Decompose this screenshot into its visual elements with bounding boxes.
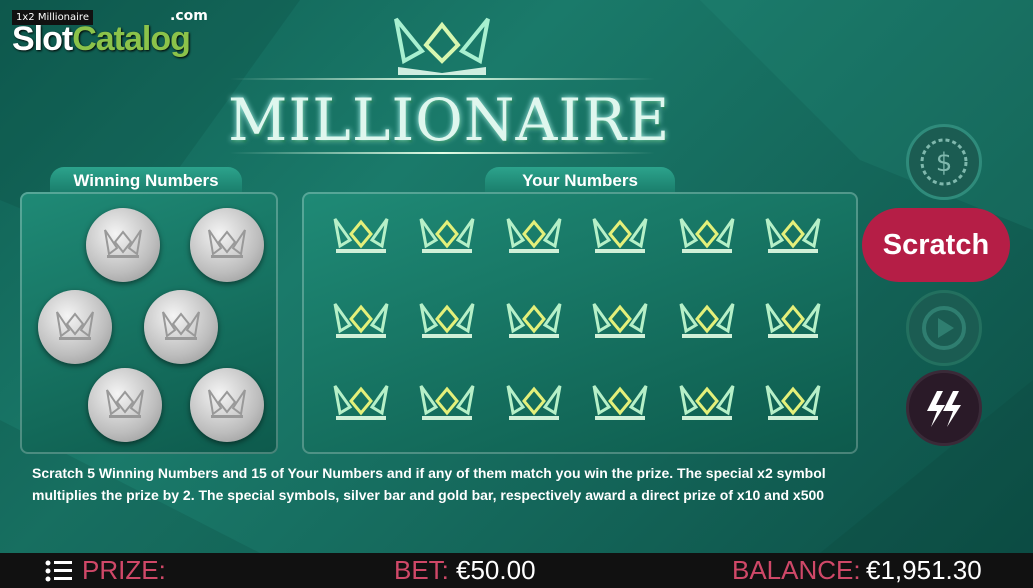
your-number-scratch-spot[interactable]	[678, 301, 736, 341]
balance-label: BALANCE:	[732, 555, 861, 585]
winning-number-scratch-spot[interactable]	[190, 368, 264, 442]
your-number-scratch-spot[interactable]	[591, 301, 649, 341]
watermark-text: SlotCatalog	[12, 20, 191, 58]
your-number-scratch-spot[interactable]	[418, 383, 476, 423]
balance-value: €1,951.30	[866, 555, 982, 585]
your-number-scratch-spot[interactable]	[764, 216, 822, 256]
your-number-scratch-spot[interactable]	[591, 216, 649, 256]
title-rule-bottom	[230, 152, 655, 154]
bet-coin-button[interactable]: $	[906, 124, 982, 200]
turbo-button[interactable]	[906, 370, 982, 446]
your-number-scratch-spot[interactable]	[505, 383, 563, 423]
crown-icon	[208, 389, 246, 418]
your-number-scratch-spot[interactable]	[678, 216, 736, 256]
crown-icon	[106, 389, 144, 418]
bet-value: €50.00	[456, 555, 536, 585]
crown-icon	[56, 311, 94, 340]
your-number-scratch-spot[interactable]	[678, 383, 736, 423]
crown-icon	[104, 229, 142, 258]
winning-number-scratch-spot[interactable]	[190, 208, 264, 282]
winning-number-scratch-spot[interactable]	[144, 290, 218, 364]
game-title: MILLIONAIRE	[228, 86, 671, 154]
lightning-icon	[927, 391, 961, 427]
your-number-scratch-spot[interactable]	[505, 301, 563, 341]
winning-number-scratch-spot[interactable]	[86, 208, 160, 282]
crown-logo-icon	[394, 17, 490, 75]
your-number-scratch-spot[interactable]	[332, 216, 390, 256]
your-number-scratch-spot[interactable]	[418, 301, 476, 341]
slotcatalog-watermark: 1x2 Millionaire SlotCatalog .com	[10, 8, 210, 58]
menu-icon[interactable]	[44, 557, 74, 585]
status-bar: PRIZE: BET: €50.00 BALANCE: €1,951.30	[0, 553, 1033, 588]
crown-icon	[162, 311, 200, 340]
your-number-scratch-spot[interactable]	[332, 383, 390, 423]
winning-number-scratch-spot[interactable]	[38, 290, 112, 364]
your-number-scratch-spot[interactable]	[591, 383, 649, 423]
your-number-scratch-spot[interactable]	[332, 301, 390, 341]
scratch-button[interactable]: Scratch	[862, 208, 1010, 282]
game-description: Scratch 5 Winning Numbers and 15 of Your…	[32, 465, 826, 503]
your-number-scratch-spot[interactable]	[764, 301, 822, 341]
your-number-scratch-spot[interactable]	[505, 216, 563, 256]
watermark-com: .com	[170, 8, 208, 24]
autoplay-button[interactable]	[906, 290, 982, 366]
winning-numbers-label: Winning Numbers	[50, 167, 242, 193]
crown-icon	[208, 229, 246, 258]
bet-label: BET:	[394, 555, 449, 585]
winning-number-scratch-spot[interactable]	[88, 368, 162, 442]
prize-label: PRIZE:	[82, 555, 166, 585]
your-numbers-label: Your Numbers	[485, 167, 675, 193]
your-number-scratch-spot[interactable]	[764, 383, 822, 423]
dollar-coin-icon: $	[920, 138, 968, 186]
your-number-scratch-spot[interactable]	[418, 216, 476, 256]
svg-text:$: $	[936, 148, 953, 178]
autoplay-icon	[922, 306, 966, 350]
title-rule-top	[230, 78, 655, 80]
